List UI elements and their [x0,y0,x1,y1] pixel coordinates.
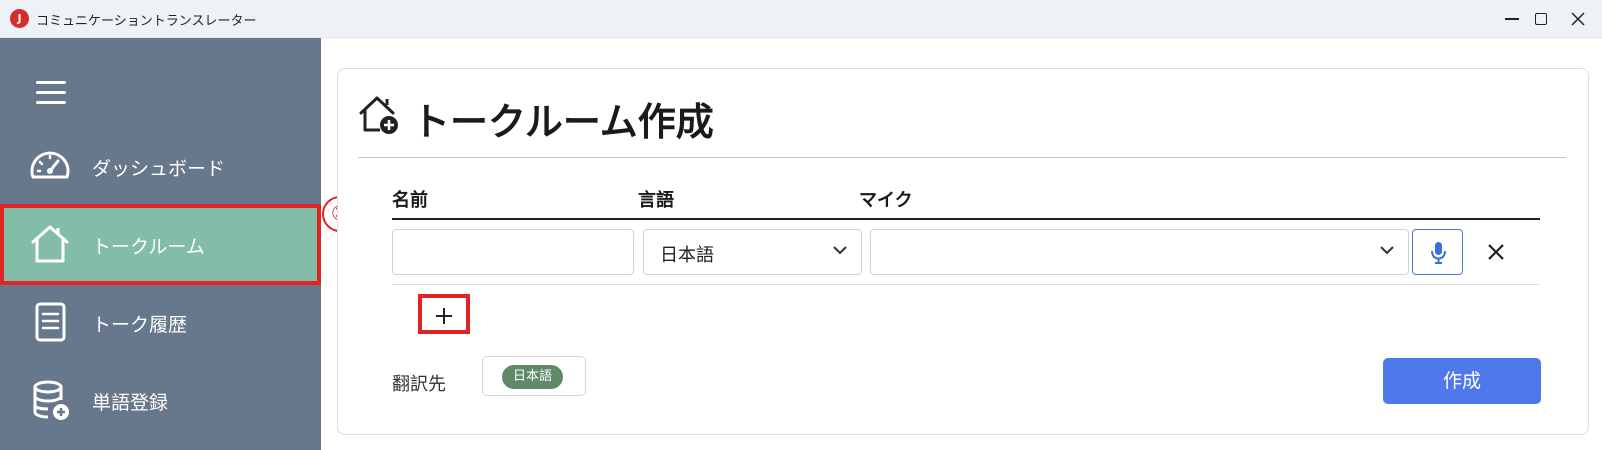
create-button[interactable]: 作成 [1383,358,1541,404]
chevron-down-icon [833,246,847,255]
sidebar-item-label: 単語登録 [92,392,169,414]
sidebar-item-label: ダッシュボード [92,158,226,180]
sidebar-item-label: トークルーム [92,236,205,258]
add-row-button[interactable] [418,294,470,334]
window-title: コミュニケーショントランスレーター [36,14,257,29]
sidebar-item-label: トーク履歴 [92,314,188,336]
close-icon [1571,12,1585,26]
chevron-down-icon [1380,246,1394,255]
sidebar: ダッシュボード トークルーム トーク履歴 単語登録 [0,38,321,450]
document-icon [35,302,66,342]
sidebar-item-word-registration[interactable]: 単語登録 [0,360,321,440]
translate-target-label: 翻訳先 [392,374,446,395]
hamburger-icon [36,81,66,84]
translate-target-box[interactable]: 日本語 [482,356,586,396]
sidebar-item-talk-history[interactable]: トーク履歴 [0,282,321,362]
row-divider [392,284,1540,285]
page-title: トークルーム作成 [412,100,714,144]
talkroom-create-card: トークルーム作成 名前 言語 マイク 日本語 翻訳先 日本語 作成 [337,68,1589,435]
header-divider [392,218,1540,220]
name-input[interactable] [392,229,634,275]
home-icon [31,225,69,263]
language-select[interactable]: 日本語 [643,229,862,275]
close-window-button[interactable] [1556,0,1602,38]
window-titlebar: J コミュニケーショントランスレーター [0,0,1602,38]
column-header-mic: マイク [859,190,913,211]
app-logo-icon: J [10,9,29,28]
minimize-icon [1505,18,1519,20]
plus-icon [436,308,452,324]
mic-test-button[interactable] [1412,229,1463,275]
column-header-name: 名前 [392,190,428,211]
database-add-icon [33,380,69,420]
column-header-language: 言語 [638,190,674,211]
language-chip[interactable]: 日本語 [502,365,564,389]
minimize-button[interactable] [1488,0,1534,38]
title-divider [358,157,1566,158]
mic-select[interactable] [870,229,1409,275]
dashboard-icon [30,151,70,179]
microphone-icon [1431,242,1446,264]
sidebar-item-talkroom[interactable]: トークルーム [0,204,321,285]
language-select-value: 日本語 [660,245,714,266]
sidebar-item-dashboard[interactable]: ダッシュボード [0,126,321,206]
home-add-icon [359,96,398,134]
maximize-icon [1535,13,1547,25]
remove-row-button[interactable] [1483,239,1509,265]
menu-toggle-button[interactable] [36,81,66,105]
close-icon [1488,244,1504,260]
